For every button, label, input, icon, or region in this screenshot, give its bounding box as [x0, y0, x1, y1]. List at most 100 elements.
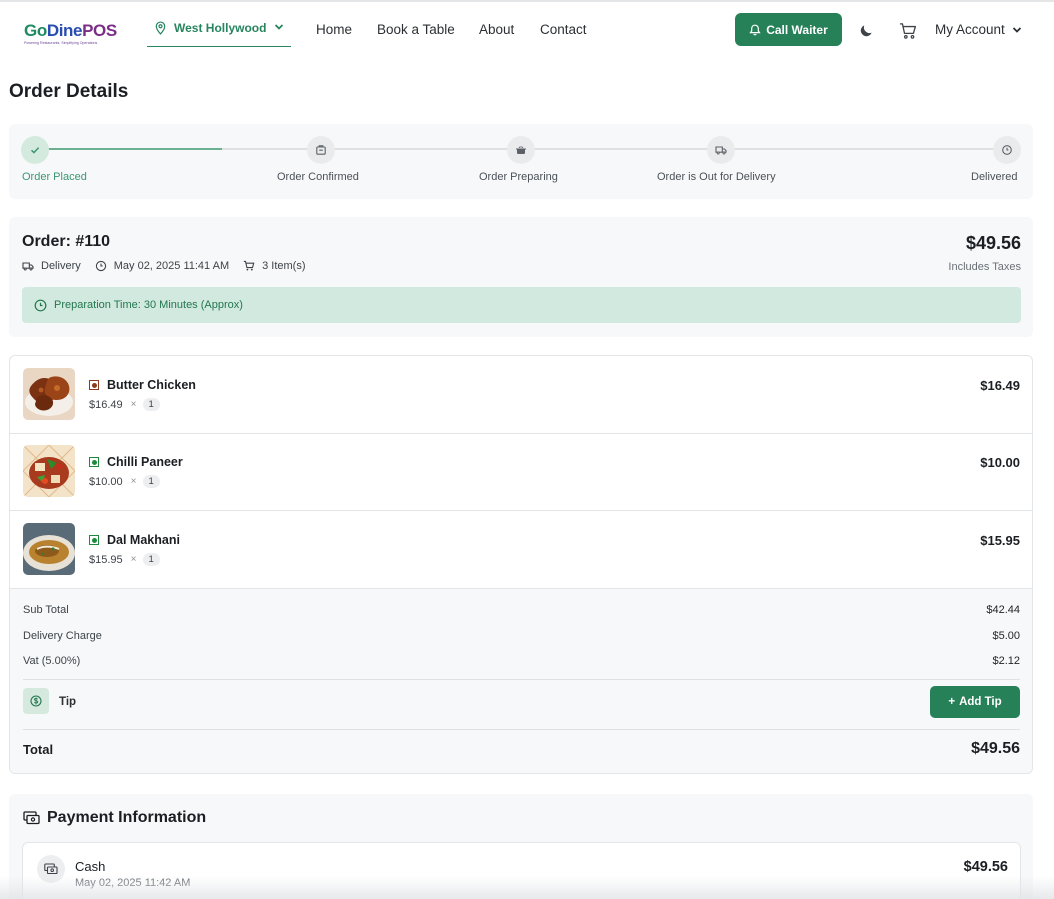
order-datetime: May 02, 2025 11:41 AM	[113, 260, 230, 272]
item-qty-badge: 1	[142, 553, 160, 566]
item-unit-price: $16.49	[89, 398, 123, 411]
total-value: $49.56	[971, 740, 1020, 757]
payment-information-card: Payment Information Cash May 02, 2025 11…	[9, 794, 1033, 899]
order-item-row: Chilli Paneer $10.00 × 1 $10.00	[10, 433, 1032, 511]
clipboard-icon	[316, 145, 326, 155]
order-item-row: Butter Chicken $16.49 × 1 $16.49	[10, 356, 1032, 434]
order-number: Order: #110	[22, 233, 111, 250]
item-total-price: $16.49	[980, 378, 1020, 393]
dal-makhani-image	[23, 523, 75, 575]
cart-icon	[243, 260, 255, 271]
add-tip-button[interactable]: + Add Tip	[930, 686, 1020, 718]
times-sign: ×	[130, 399, 137, 410]
sub-total-label: Sub Total	[23, 604, 69, 616]
order-summary-card: Order: #110 Delivery May 02, 2025 11:41 …	[9, 217, 1033, 337]
map-pin-icon	[155, 21, 166, 35]
step-order-confirmed-dot	[307, 136, 335, 164]
item-name: Butter Chicken	[107, 378, 196, 392]
order-item-row: Dal Makhani $15.95 × 1 $15.95	[10, 511, 1032, 589]
chevron-down-icon	[274, 24, 284, 30]
bill-totals: Sub Total $42.44 Delivery Charge $5.00 V…	[10, 589, 1032, 773]
item-price-line: $16.49 × 1	[89, 398, 160, 411]
vat-label: Vat (5.00%)	[23, 655, 81, 667]
truck-icon	[715, 146, 727, 155]
sub-total-value: $42.44	[986, 604, 1020, 616]
nav-home[interactable]: Home	[316, 22, 352, 37]
item-unit-price: $10.00	[89, 475, 123, 488]
clock-icon	[1002, 145, 1012, 155]
step-order-placed-dot	[21, 136, 49, 164]
logo[interactable]: GoDinePOS Powering Restaurants, Simplify…	[24, 21, 117, 46]
order-status-stepper: Order Placed Order Confirmed Order Prepa…	[9, 124, 1033, 199]
location-label: West Hollywood	[174, 21, 267, 35]
step-label-order-preparing: Order Preparing	[479, 171, 558, 183]
total-label: Total	[23, 742, 54, 757]
cooking-pot-icon	[516, 146, 526, 154]
step-label-order-placed: Order Placed	[22, 171, 87, 183]
divider	[23, 679, 1020, 680]
nav-about[interactable]: About	[479, 22, 514, 37]
step-label-order-confirmed: Order Confirmed	[277, 171, 359, 183]
plus-icon: +	[948, 696, 956, 708]
item-unit-price: $15.95	[89, 553, 123, 566]
includes-taxes-note: Includes Taxes	[948, 261, 1021, 273]
chevron-down-icon	[1012, 26, 1021, 33]
my-account-menu[interactable]: My Account	[935, 22, 1022, 37]
payment-title: Payment Information	[47, 809, 207, 826]
nav-book-a-table[interactable]: Book a Table	[377, 22, 455, 37]
step-out-for-delivery-dot	[707, 136, 735, 164]
veg-indicator-icon	[89, 457, 99, 467]
item-price-line: $15.95 × 1	[89, 553, 160, 566]
non-veg-indicator-icon	[89, 380, 99, 390]
chilli-paneer-image	[23, 445, 75, 497]
delivery-charge-row: Delivery Charge $5.00	[23, 630, 1020, 642]
step-label-out-for-delivery: Order is Out for Delivery	[657, 171, 776, 183]
my-account-label: My Account	[935, 22, 1005, 37]
dark-mode-moon-icon[interactable]	[859, 23, 874, 38]
cart-icon[interactable]	[899, 22, 918, 40]
call-waiter-button[interactable]: Call Waiter	[735, 13, 842, 46]
payment-date: May 02, 2025 11:42 AM	[75, 877, 191, 889]
butter-chicken-image	[23, 368, 75, 420]
cash-icon	[44, 863, 58, 875]
order-type: Delivery	[41, 260, 81, 272]
payment-amount: $49.56	[963, 859, 1008, 875]
preparation-time-text: Preparation Time: 30 Minutes (Approx)	[54, 299, 243, 311]
tip-icon-box	[23, 688, 49, 714]
order-meta: Delivery May 02, 2025 11:41 AM 3 Item(s)	[22, 260, 306, 272]
page-title: Order Details	[9, 81, 129, 102]
times-sign: ×	[130, 476, 137, 487]
add-tip-label: Add Tip	[959, 696, 1002, 708]
order-total: $49.56	[965, 233, 1021, 253]
logo-go: Go	[24, 21, 47, 40]
item-price-line: $10.00 × 1	[89, 475, 160, 488]
payment-method: Cash	[75, 859, 106, 874]
call-waiter-label: Call Waiter	[766, 22, 828, 37]
dollar-coin-icon	[30, 695, 42, 707]
logo-dine: Dine	[46, 21, 83, 40]
clock-icon	[34, 299, 47, 311]
bell-icon	[749, 24, 761, 35]
nav-contact[interactable]: Contact	[540, 22, 587, 37]
cash-icon	[23, 811, 40, 825]
truck-icon	[22, 262, 34, 271]
veg-indicator-icon	[89, 535, 99, 545]
location-selector[interactable]: West Hollywood	[147, 10, 291, 47]
item-qty-badge: 1	[142, 475, 160, 488]
sub-total-row: Sub Total $42.44	[23, 604, 1020, 616]
clock-icon	[95, 260, 106, 272]
tip-label: Tip	[59, 696, 77, 708]
step-label-delivered: Delivered	[971, 171, 1018, 183]
item-name: Chilli Paneer	[107, 455, 183, 469]
step-delivered-dot	[993, 136, 1021, 164]
preparation-time-banner: Preparation Time: 30 Minutes (Approx)	[22, 287, 1021, 323]
vat-value: $2.12	[992, 655, 1020, 667]
item-total-price: $15.95	[980, 533, 1020, 548]
divider	[23, 729, 1020, 730]
logo-pos: POS	[82, 21, 117, 40]
order-items-count: 3 Item(s)	[262, 260, 306, 272]
check-icon	[30, 147, 40, 154]
payment-method-icon-circle	[37, 855, 65, 883]
item-qty-badge: 1	[142, 398, 160, 411]
logo-tagline: Powering Restaurants, Simplifying Operat…	[24, 41, 98, 45]
